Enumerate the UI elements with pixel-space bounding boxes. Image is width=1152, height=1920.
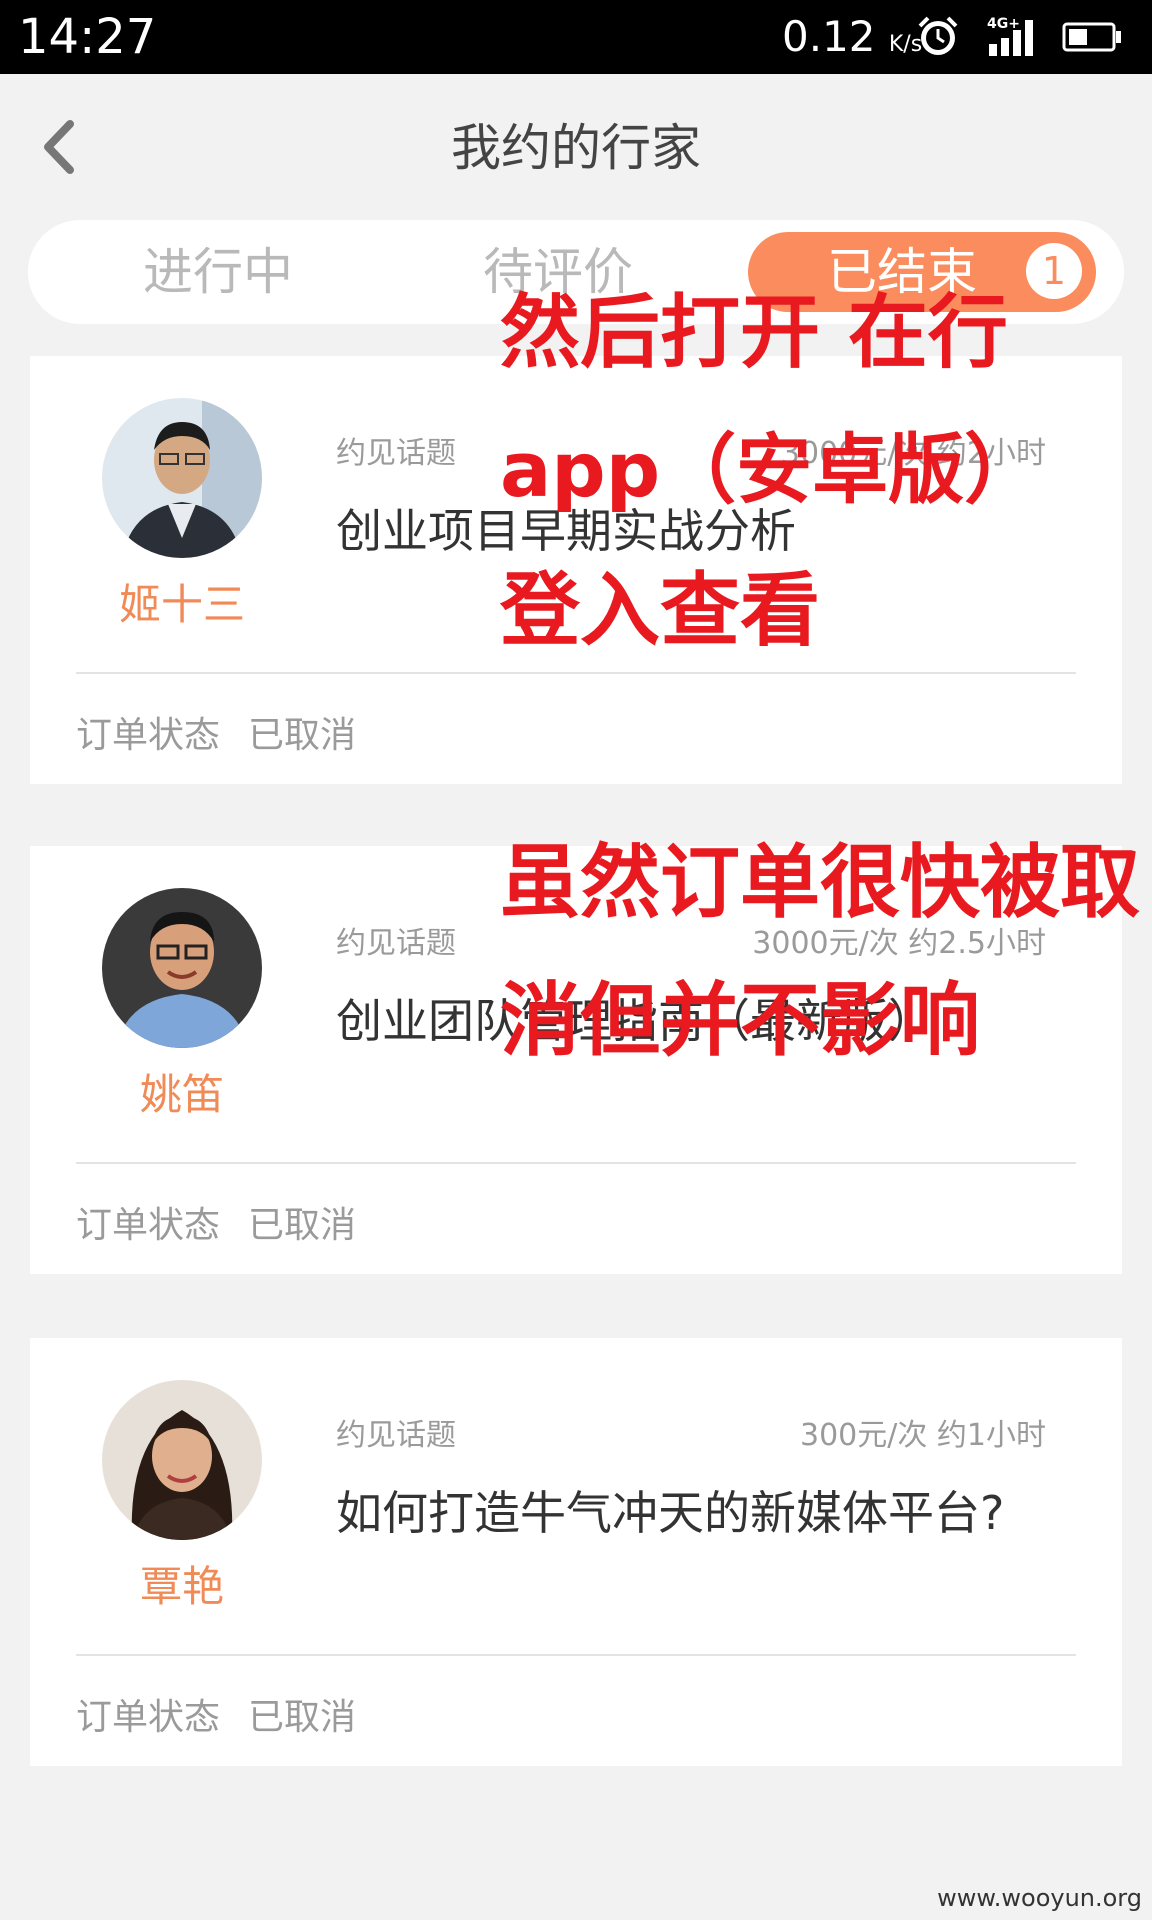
alarm-icon: [918, 16, 958, 55]
divider: [76, 672, 1076, 674]
page-title: 我约的行家: [451, 119, 701, 177]
divider: [76, 1162, 1076, 1164]
status-label: 订单状态: [76, 1697, 221, 1738]
avatar: [102, 398, 262, 558]
status-value: 已取消: [248, 715, 357, 756]
header: 我约的行家: [0, 74, 1152, 224]
tab-in-progress[interactable]: 进行中: [98, 220, 338, 324]
clock: 14:27: [18, 9, 157, 65]
annotation-text: 消但并不影响: [500, 974, 980, 1067]
network-speed: 0.12 K/s: [782, 12, 923, 61]
avatar: [102, 888, 262, 1048]
expert-name: 姬十三: [118, 580, 245, 629]
battery-icon: [1062, 22, 1121, 52]
expert-name: 覃艳: [139, 1562, 224, 1611]
signal-icon: 4G+: [987, 16, 1033, 56]
annotation-text: 虽然订单很快被取: [500, 836, 1140, 929]
avatar: [102, 1380, 262, 1540]
annotation-text: 然后打开 在行: [500, 286, 1008, 379]
watermark: www.wooyun.org: [937, 1884, 1142, 1912]
price: 300元/次 约1小时: [800, 1418, 1046, 1453]
status-value: 已取消: [248, 1205, 357, 1246]
order-card[interactable]: 覃艳 约见话题 300元/次 约1小时 如何打造牛气冲天的新媒体平台? 订单状态…: [30, 1338, 1122, 1766]
expert-name: 姚笛: [139, 1070, 224, 1119]
annotation-text: app（安卓版）: [500, 425, 1041, 514]
topic-label: 约见话题: [336, 436, 456, 471]
divider: [76, 1654, 1076, 1656]
topic-label: 约见话题: [336, 926, 456, 961]
status-label: 订单状态: [76, 1205, 221, 1246]
topic-label: 约见话题: [336, 1418, 456, 1453]
status-label: 订单状态: [76, 715, 221, 756]
annotation-text: 登入查看: [500, 564, 820, 657]
status-bar: 14:27 0.12 K/s 4G+: [0, 0, 1152, 74]
svg-text:4G+: 4G+: [987, 16, 1020, 32]
status-value: 已取消: [248, 1697, 357, 1738]
topic: 如何打造牛气冲天的新媒体平台?: [336, 1486, 1005, 1540]
tab-badge: 1: [1026, 243, 1082, 299]
